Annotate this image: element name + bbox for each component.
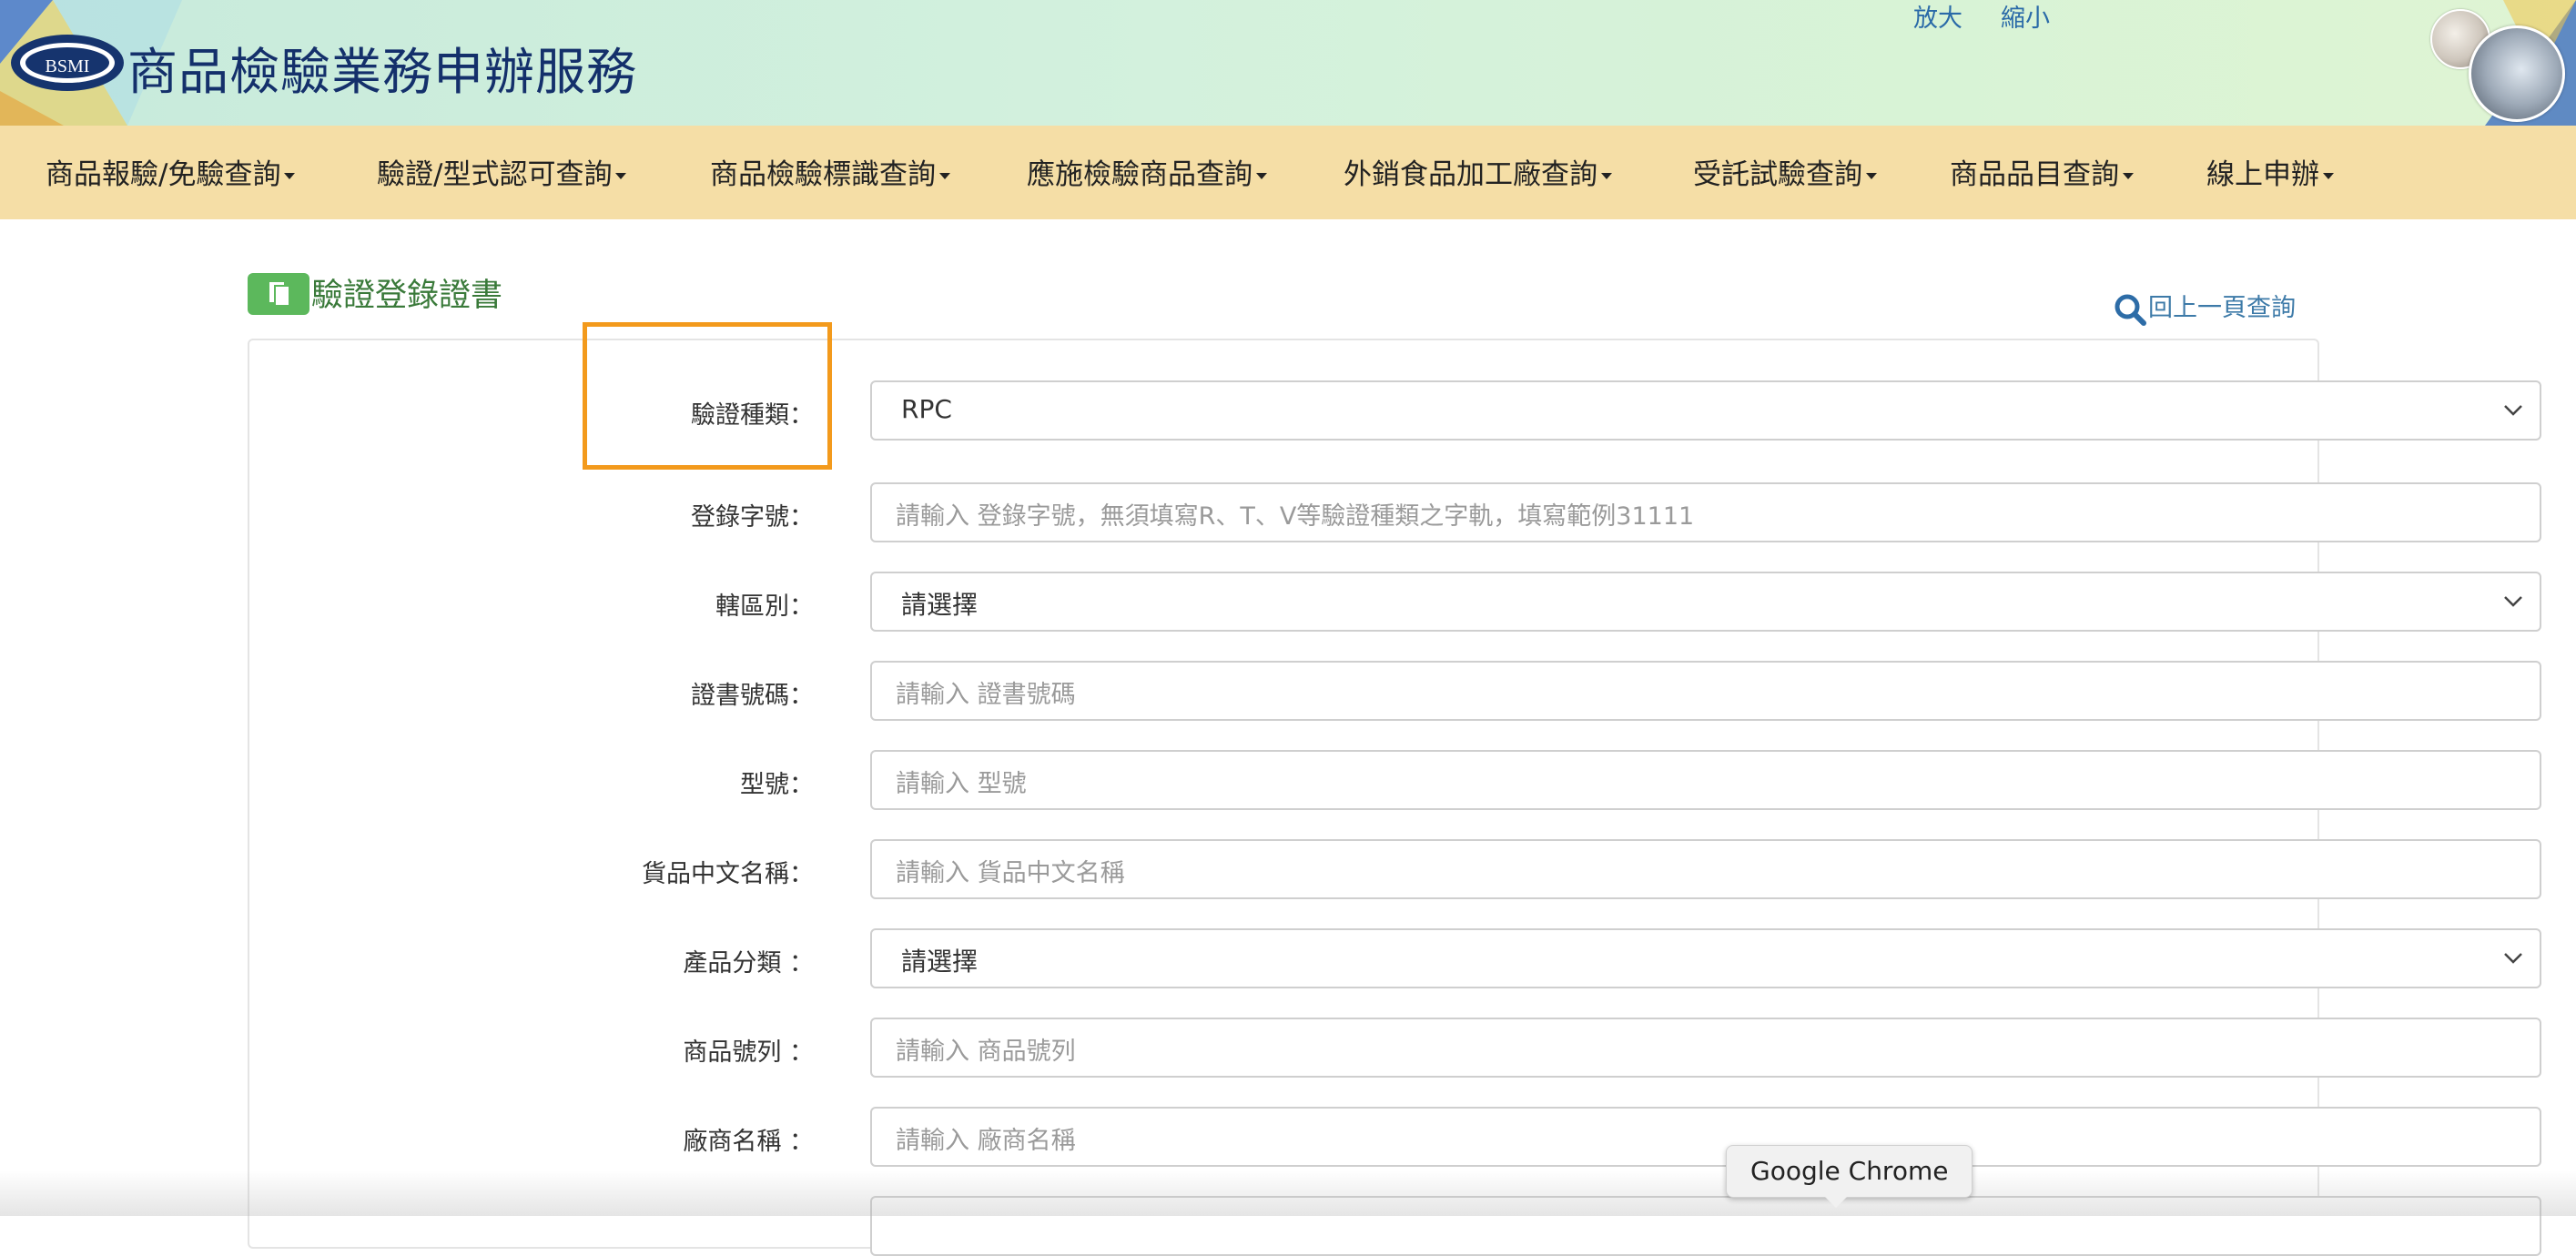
chevron-down-icon — [2504, 953, 2522, 964]
zoom-out-link[interactable]: 縮小 — [2001, 0, 2050, 34]
back-to-query-link[interactable]: 回上一頁查詢 — [2114, 288, 2296, 326]
certificate-no-input[interactable]: 請輸入 證書號碼 — [870, 661, 2541, 721]
registration-no-input[interactable]: 請輸入 登錄字號，無須填寫R、T、V等驗證種類之字軌，填寫範例31111 — [870, 482, 2541, 542]
product-name-input[interactable]: 請輸入 貨品中文名稱 — [870, 839, 2541, 899]
form-row-district: 轄區別： 請選擇 — [249, 572, 2541, 635]
form-row-certificate-no: 證書號碼： 請輸入 證書號碼 — [249, 661, 2541, 724]
form-row-company-name: 廠商名稱 ： 請輸入 廠商名稱 — [249, 1107, 2541, 1170]
field-label: 產品分類 ： — [683, 949, 814, 977]
field-label: 型號： — [740, 771, 814, 799]
caret-down-icon — [615, 173, 627, 179]
caret-down-icon — [2123, 173, 2134, 179]
document-icon — [248, 273, 309, 315]
chevron-down-icon — [2504, 596, 2522, 607]
district-select[interactable]: 請選擇 — [870, 572, 2541, 632]
nav-item-certification-query[interactable]: 驗證/型式認可查詢 — [377, 151, 627, 192]
search-icon — [2115, 294, 2146, 326]
nav-item-export-food-plant[interactable]: 外銷食品加工廠查詢 — [1344, 151, 1612, 192]
nav-item-regulated-products[interactable]: 應施檢驗商品查詢 — [1027, 151, 1267, 192]
chevron-down-icon — [2504, 405, 2522, 416]
field-label: 轄區別： — [715, 593, 814, 621]
caret-down-icon — [284, 173, 296, 179]
field-label: 登錄字號： — [691, 503, 814, 532]
bottom-shadow — [0, 1170, 2576, 1216]
nav-item-online-apply[interactable]: 線上申辦 — [2206, 151, 2334, 192]
form-row-product-category: 產品分類 ： 請選擇 — [249, 928, 2541, 992]
site-header: BSMI 商品檢驗業務申辦服務 放大 縮小 — [0, 0, 2576, 126]
caret-down-icon — [1256, 173, 1267, 179]
search-form-panel: 驗證種類： RPC 登錄字號： 請輸入 登錄字號，無須填寫R、T、V等驗證種類之… — [248, 339, 2541, 1256]
field-label: 貨品中文名稱： — [642, 860, 814, 888]
field-label: 商品號列 ： — [683, 1038, 814, 1067]
model-input[interactable]: 請輸入 型號 — [870, 750, 2541, 810]
page-title: 驗證登錄證書 — [311, 278, 503, 314]
nav-item-mark-query[interactable]: 商品檢驗標識查詢 — [710, 151, 950, 192]
zoom-in-link[interactable]: 放大 — [1913, 0, 1962, 34]
site-title[interactable]: 商品檢驗業務申辦服務 — [127, 31, 637, 104]
product-category-select[interactable]: 請選擇 — [870, 928, 2541, 988]
main-nav: 商品報驗/免驗查詢 驗證/型式認可查詢 商品檢驗標識查詢 應施檢驗商品查詢 外銷… — [0, 126, 2576, 219]
form-row-product-name: 貨品中文名稱： 請輸入 貨品中文名稱 — [249, 839, 2541, 903]
form-row-hs-code: 商品號列 ： 請輸入 商品號列 — [249, 1018, 2541, 1081]
nav-item-product-items[interactable]: 商品品目查詢 — [1950, 151, 2134, 192]
cert-type-select[interactable]: RPC — [870, 380, 2541, 441]
form-row-registration-no: 登錄字號： 請輸入 登錄字號，無須填寫R、T、V等驗證種類之字軌，填寫範例311… — [249, 482, 2541, 546]
field-label: 廠商名稱 ： — [683, 1128, 814, 1156]
header-photo-large — [2469, 25, 2565, 122]
nav-item-commissioned-test[interactable]: 受託試驗查詢 — [1693, 151, 1877, 192]
company-name-input[interactable]: 請輸入 廠商名稱 — [870, 1107, 2541, 1167]
caret-down-icon — [1866, 173, 1877, 179]
hs-code-input[interactable]: 請輸入 商品號列 — [870, 1018, 2541, 1078]
field-label: 證書號碼： — [691, 682, 814, 710]
form-row-model: 型號： 請輸入 型號 — [249, 750, 2541, 814]
form-row-cert-type: 驗證種類： RPC — [249, 380, 2541, 444]
caret-down-icon — [939, 173, 950, 179]
field-label: 驗證種類： — [691, 401, 814, 430]
nav-item-inspection-query[interactable]: 商品報驗/免驗查詢 — [46, 151, 296, 192]
caret-down-icon — [2323, 173, 2334, 179]
bsmi-logo[interactable]: BSMI — [9, 33, 126, 96]
svg-text:BSMI: BSMI — [46, 56, 90, 76]
caret-down-icon — [1601, 173, 1612, 179]
chrome-tooltip: Google Chrome — [1726, 1145, 1973, 1208]
